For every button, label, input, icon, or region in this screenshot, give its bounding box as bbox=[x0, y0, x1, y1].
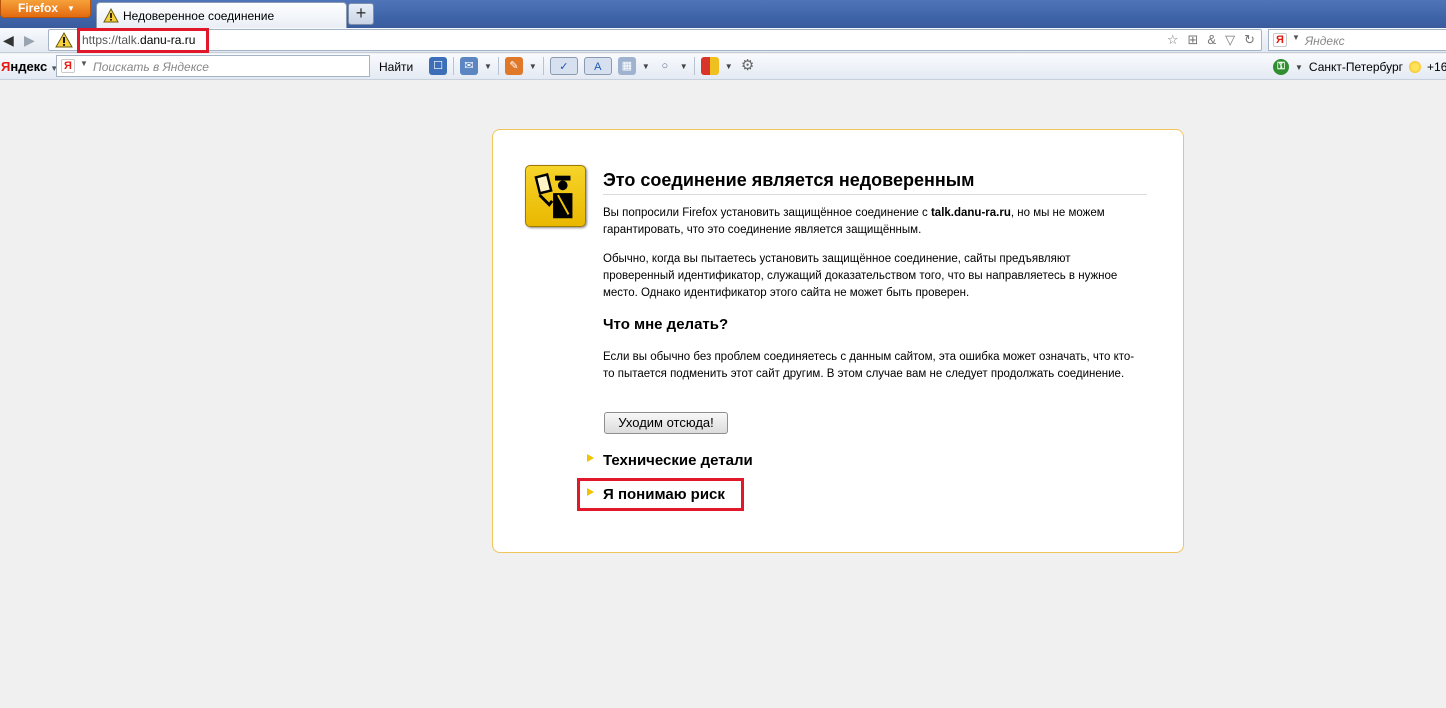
city-name: Санкт-Петербург bbox=[1308, 60, 1404, 74]
reload-icon[interactable]: ↻ bbox=[1244, 32, 1255, 48]
error-explanation: Обычно, когда вы пытаетесь установить за… bbox=[603, 253, 1118, 299]
mail-icon[interactable]: ✉ bbox=[460, 57, 478, 75]
yandex-bar-icon[interactable]: ☐ bbox=[429, 57, 447, 75]
officer-icon bbox=[525, 165, 586, 227]
expand-triangle-icon bbox=[587, 454, 594, 462]
yandex-icon: Я bbox=[61, 59, 75, 73]
yandex-find-button[interactable]: Найти bbox=[379, 60, 413, 74]
firefox-menu-label: Firefox bbox=[18, 1, 59, 15]
new-tab-button[interactable]: + bbox=[348, 3, 374, 25]
spellcheck-icon[interactable]: ✓ bbox=[549, 57, 578, 75]
separator bbox=[453, 57, 454, 75]
title-bar: Firefox ▼ Недоверенное соединение + bbox=[0, 0, 1446, 29]
navigation-bar: ◀ ▶ https://talk.danu-ra.ru ☆ ⊞ & ▽ ↻ Я … bbox=[0, 28, 1446, 53]
tab-title: Недоверенное соединение bbox=[123, 9, 275, 23]
bookmark-star-icon[interactable]: ☆ bbox=[1167, 32, 1179, 48]
key-icon[interactable]: ⚿ bbox=[1273, 59, 1289, 75]
chevron-down-icon[interactable]: ▼ bbox=[80, 59, 88, 68]
translate-button-icon[interactable]: A bbox=[583, 57, 612, 75]
gear-icon[interactable]: ⚙ bbox=[739, 57, 757, 75]
get-me-out-button[interactable]: Уходим отсюда! bbox=[604, 412, 728, 434]
what-to-do-text: Если вы обычно без проблем соединяетесь … bbox=[603, 351, 1135, 380]
page-title: Это соединение является недоверенным bbox=[603, 170, 1147, 195]
search-placeholder: Яндекс bbox=[1305, 34, 1345, 48]
desc-text: Вы попросили Firefox установить защищённ… bbox=[603, 207, 931, 219]
back-arrow-icon[interactable]: ◀ bbox=[3, 32, 14, 49]
chevron-down-icon[interactable]: ▼ bbox=[642, 62, 650, 71]
chat-bubble-icon[interactable]: ○ bbox=[656, 57, 674, 75]
toolbar-icons: ☐ ✉ ▼ ✎ ▼ ✓ A ▦ ▼ ○ ▼ ▼ ⚙ bbox=[429, 57, 757, 75]
yandex-logo-first-letter: Я bbox=[1, 59, 11, 74]
yandex-search-placeholder: Поискать в Яндексе bbox=[93, 60, 209, 74]
pocket-icon[interactable] bbox=[700, 57, 719, 75]
weather-widget[interactable]: ⚿ ▼ Санкт-Петербург +16 bbox=[1273, 59, 1446, 75]
separator bbox=[497, 57, 499, 75]
tab-untrusted-connection[interactable]: Недоверенное соединение bbox=[96, 2, 347, 29]
chevron-down-icon[interactable]: ▼ bbox=[1292, 33, 1300, 42]
url-action-icons: ☆ ⊞ & ▽ ↻ bbox=[1167, 32, 1255, 48]
address-bar[interactable]: https://talk.danu-ra.ru ☆ ⊞ & ▽ ↻ bbox=[48, 29, 1262, 51]
firefox-menu-button[interactable]: Firefox ▼ bbox=[0, 0, 91, 18]
chevron-down-icon[interactable]: ▼ bbox=[725, 62, 733, 71]
separator bbox=[542, 57, 544, 75]
sun-icon bbox=[1409, 61, 1422, 73]
ampersand-icon[interactable]: & bbox=[1207, 32, 1216, 48]
risk-highlight-box bbox=[577, 478, 744, 511]
yandex-logo-rest: ндекс bbox=[10, 59, 48, 74]
yandex-logo[interactable]: Яндекс ▼ bbox=[1, 59, 58, 74]
screen-icon[interactable]: ▦ bbox=[617, 57, 636, 75]
what-to-do-heading: Что мне делать? bbox=[603, 316, 729, 333]
translate-icon[interactable]: ⊞ bbox=[1188, 32, 1199, 48]
error-description: Вы попросили Firefox установить защищённ… bbox=[603, 205, 1143, 239]
technical-details-label: Технические детали bbox=[603, 452, 753, 469]
forward-arrow-icon[interactable]: ▶ bbox=[24, 32, 35, 49]
chevron-down-icon[interactable]: ▼ bbox=[529, 62, 537, 71]
technical-details-expander[interactable]: Технические детали bbox=[587, 452, 753, 469]
yandex-search-input[interactable]: Я ▼ Поискать в Яндексе bbox=[56, 55, 370, 77]
desc-host: talk.danu-ra.ru bbox=[930, 207, 1011, 219]
chevron-down-icon: ▼ bbox=[67, 4, 75, 13]
url-highlight-box bbox=[77, 28, 209, 53]
warning-icon bbox=[103, 8, 119, 23]
chevron-down-icon[interactable]: ▼ bbox=[680, 62, 688, 71]
separator bbox=[693, 57, 695, 75]
chevron-down-icon[interactable]: ▼ bbox=[484, 62, 492, 71]
chevron-down-icon[interactable]: ▼ bbox=[1295, 63, 1303, 72]
temperature: +16 bbox=[1427, 60, 1446, 74]
yandex-toolbar: Яндекс ▼ Я ▼ Поискать в Яндексе Найти ☐ ✉… bbox=[0, 54, 1446, 80]
yandex-engine-icon[interactable]: Я bbox=[1273, 33, 1287, 47]
site-identity-warning-icon[interactable] bbox=[55, 32, 73, 48]
dropdown-arrow-icon[interactable]: ▽ bbox=[1225, 32, 1235, 48]
bookmarks-icon[interactable]: ✎ bbox=[504, 57, 523, 75]
search-box[interactable]: Я ▼ Яндекс bbox=[1268, 29, 1446, 51]
